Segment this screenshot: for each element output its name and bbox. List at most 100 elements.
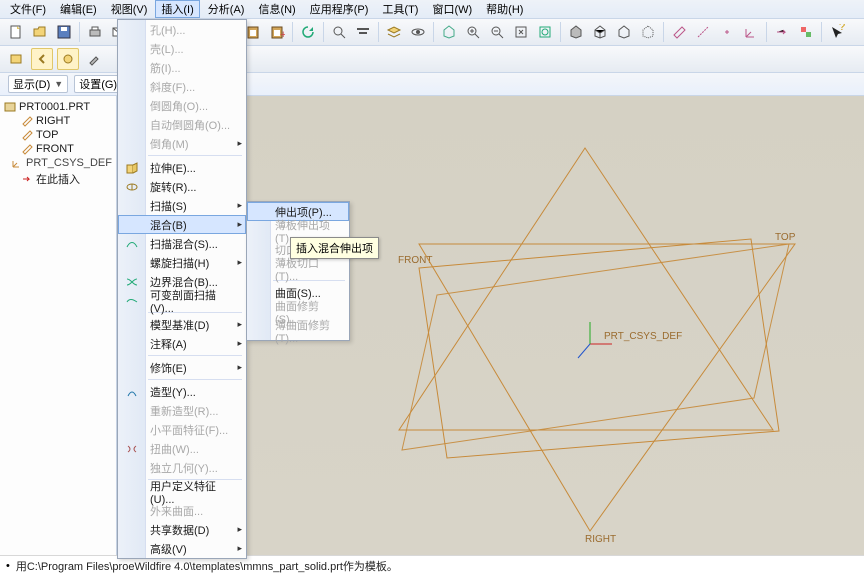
insert-menu-item: 倒圆角(O)...	[118, 96, 246, 115]
menu-window[interactable]: 窗口(W)	[426, 0, 478, 18]
regen-button[interactable]	[297, 21, 319, 43]
bullet-icon: •	[6, 560, 10, 572]
menu-analysis[interactable]: 分析(A)	[202, 0, 251, 18]
svg-text:?: ?	[839, 24, 845, 33]
help-pointer-button[interactable]: ?	[826, 21, 848, 43]
refit-button[interactable]	[510, 21, 532, 43]
print-button[interactable]	[84, 21, 106, 43]
insert-menu-item: 斜度(F)...	[118, 77, 246, 96]
paste-special-button[interactable]: +	[266, 21, 288, 43]
tree-tool-button[interactable]	[83, 48, 105, 70]
menu-item-label: 倒角(M)	[150, 136, 189, 152]
submenu-arrow-icon: ▸	[237, 524, 242, 535]
datum-plane-button[interactable]	[668, 21, 690, 43]
insert-menu-item[interactable]: 共享数据(D) ▸	[118, 520, 246, 539]
svg-text:+: +	[280, 29, 285, 40]
var-sweep-icon	[124, 293, 140, 309]
submenu-arrow-icon: ▸	[237, 138, 242, 149]
insert-menu-item[interactable]: 注释(A) ▸	[118, 334, 246, 353]
tree-item[interactable]: FRONT	[2, 142, 114, 156]
insert-menu-item[interactable]: 修饰(E)▸	[118, 358, 246, 377]
insert-menu-item[interactable]: 拉伸(E)...	[118, 158, 246, 177]
menu-help[interactable]: 帮助(H)	[480, 0, 529, 18]
datum-point-button[interactable]	[716, 21, 738, 43]
annot-button[interactable]	[771, 21, 793, 43]
submenu-arrow-icon: ▸	[237, 200, 242, 211]
menubar: 文件(F) 编辑(E) 视图(V) 插入(I) 分析(A) 信息(N) 应用程序…	[0, 0, 864, 19]
warp-icon	[124, 441, 140, 457]
menu-item-label: 重新造型(R)...	[150, 403, 218, 419]
boundary-icon	[124, 274, 140, 290]
color-button[interactable]	[795, 21, 817, 43]
insert-menu-item[interactable]: 旋转(R)...	[118, 177, 246, 196]
shade-button[interactable]	[565, 21, 587, 43]
submenu-arrow-icon: ▸	[237, 362, 242, 373]
menu-insert[interactable]: 插入(I)	[155, 0, 199, 18]
wireframe-button[interactable]	[637, 21, 659, 43]
insert-menu-item[interactable]: 可变剖面扫描(V)...	[118, 291, 246, 310]
insert-menu-item[interactable]: 高级(V) ▸	[118, 539, 246, 558]
insert-menu-item[interactable]: 扫描混合(S)...	[118, 234, 246, 253]
visibility-button[interactable]	[407, 21, 429, 43]
find-button[interactable]	[328, 21, 350, 43]
new-button[interactable]	[5, 21, 27, 43]
insert-menu-item[interactable]: 螺旋扫描(H)▸	[118, 253, 246, 272]
menu-item-label: 模型基准(D)	[150, 317, 209, 333]
submenu-arrow-icon: ▸	[237, 338, 242, 349]
tree-item[interactable]: RIGHT	[2, 114, 114, 128]
insert-menu-item: 小平面特征(F)...	[118, 420, 246, 439]
layer-button[interactable]	[383, 21, 405, 43]
menu-file[interactable]: 文件(F)	[4, 0, 52, 18]
menu-view[interactable]: 视图(V)	[105, 0, 154, 18]
model-tree-panel: PRT0001.PRT RIGHT TOP FRONT PRT_CSYS_DEF…	[0, 96, 117, 555]
tree-item[interactable]: PRT_CSYS_DEF	[2, 156, 114, 170]
menu-item-label: 混合(B)	[150, 217, 187, 233]
insert-menu-item[interactable]: 模型基准(D)▸	[118, 315, 246, 334]
menu-app[interactable]: 应用程序(P)	[304, 0, 375, 18]
menu-item-label: 薄曲面修剪(T)...	[275, 317, 335, 345]
datum-plane-icon	[21, 115, 33, 127]
open-button[interactable]	[29, 21, 51, 43]
dropdown-icon: ▼	[54, 79, 63, 89]
zoom-in-button[interactable]	[462, 21, 484, 43]
insert-menu-item[interactable]: 扫描(S)▸	[118, 196, 246, 215]
menu-item-label: 旋转(R)...	[150, 179, 196, 195]
datum-plane-icon	[21, 143, 33, 155]
repaint-button[interactable]	[534, 21, 556, 43]
menu-item-label: 孔(H)...	[150, 22, 185, 38]
orient-button[interactable]	[438, 21, 460, 43]
no-hidden-button[interactable]	[613, 21, 635, 43]
tree-item-insert-here[interactable]: 在此插入	[2, 170, 114, 188]
status-text: 用C:\Program Files\proeWildfire 4.0\templ…	[16, 558, 398, 574]
menu-item-label: 扫描混合(S)...	[150, 236, 218, 252]
insert-menu-item[interactable]: 用户定义特征(U)...	[118, 482, 246, 501]
menu-item-label: 可变剖面扫描(V)...	[150, 287, 232, 315]
submenu-arrow-icon: ▸	[237, 543, 242, 554]
insert-menu-dropdown: 孔(H)...壳(L)...筋(I)...斜度(F)...倒圆角(O)...自动…	[117, 19, 247, 559]
tree-item[interactable]: TOP	[2, 128, 114, 142]
menu-item-label: 螺旋扫描(H)	[150, 255, 209, 271]
display-combo[interactable]: 显示(D)▼	[8, 75, 68, 93]
menu-item-label: 扭曲(W)...	[150, 441, 199, 457]
menu-item-label: 自动倒圆角(O)...	[150, 117, 230, 133]
menu-edit[interactable]: 编辑(E)	[54, 0, 103, 18]
menu-item-label: 高级(V)	[150, 541, 187, 557]
menu-item-label: 斜度(F)...	[150, 79, 195, 95]
csys-button[interactable]	[740, 21, 762, 43]
menu-tools[interactable]: 工具(T)	[376, 0, 424, 18]
csys-icon	[11, 157, 23, 169]
menu-info[interactable]: 信息(N)	[252, 0, 301, 18]
datum-axis-button[interactable]	[692, 21, 714, 43]
zoom-out-button[interactable]	[486, 21, 508, 43]
tree-home-button[interactable]	[5, 48, 27, 70]
insert-menu-item[interactable]: 造型(Y)...	[118, 382, 246, 401]
menu-item-label: 共享数据(D)	[150, 522, 209, 538]
select-filter-button[interactable]	[352, 21, 374, 43]
tree-fav-button[interactable]	[57, 48, 79, 70]
save-button[interactable]	[53, 21, 75, 43]
insert-menu-item[interactable]: 混合(B)▸	[118, 215, 246, 234]
tree-back-button[interactable]	[31, 48, 53, 70]
tree-root[interactable]: PRT0001.PRT	[2, 100, 114, 114]
menu-item-label: 注释(A)	[150, 336, 187, 352]
hidden-button[interactable]	[589, 21, 611, 43]
